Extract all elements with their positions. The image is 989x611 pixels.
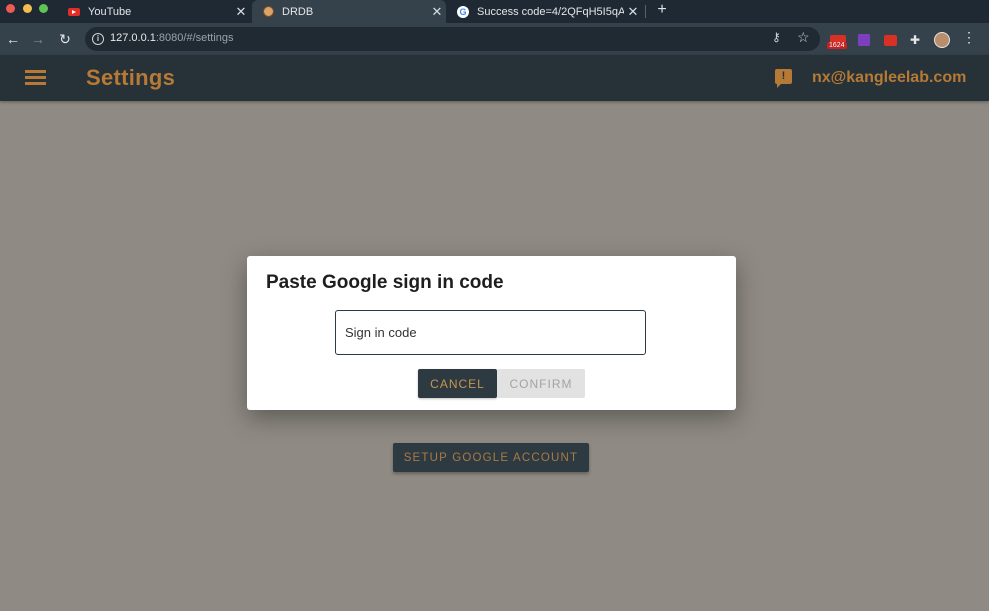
url-text[interactable]: 127.0.0.1:8080/#/settings (110, 32, 234, 44)
address-bar[interactable]: i 127.0.0.1:8080/#/settings ⚷ ☆ (85, 27, 820, 51)
browser-tab-success-code[interactable]: G Success code=4/2QFqH5I5qA ✕ (447, 0, 642, 23)
dialog-title: Paste Google sign in code (266, 272, 504, 293)
browser-tab-strip: YouTube ✕ DRDB ✕ G Success code=4/2QFqH5… (0, 0, 989, 23)
gmail-extension-icon[interactable]: 1624 (827, 32, 848, 49)
google-icon: G (457, 5, 469, 18)
youtube-icon (68, 6, 80, 18)
red-extension-icon[interactable] (883, 32, 897, 48)
window-maximize-dot[interactable] (39, 4, 48, 13)
tab-title: YouTube (88, 5, 132, 18)
profile-avatar-icon[interactable] (933, 32, 951, 48)
back-arrow-icon[interactable]: ← (4, 30, 22, 48)
tab-title: Success code=4/2QFqH5I5qA (477, 5, 624, 18)
sign-in-code-dialog: Paste Google sign in code CANCEL CONFIRM (247, 256, 736, 410)
url-host: 127.0.0.1 (110, 32, 156, 44)
page-title: Settings (86, 65, 176, 90)
tab-title: DRDB (282, 5, 314, 18)
cancel-button[interactable]: CANCEL (418, 369, 497, 398)
site-info-icon[interactable]: i (92, 33, 104, 45)
password-key-icon[interactable]: ⚷ (772, 30, 781, 44)
tab-close-icon[interactable]: ✕ (232, 4, 250, 20)
extensions-puzzle-icon[interactable]: ✚ (908, 32, 922, 48)
browser-tab-drdb[interactable]: DRDB ✕ (252, 0, 446, 23)
window-minimize-dot[interactable] (23, 4, 32, 13)
browser-menu-icon[interactable]: ⋮ (962, 29, 976, 46)
url-path: :8080/#/settings (155, 32, 234, 44)
bookmark-star-icon[interactable]: ☆ (797, 29, 810, 46)
app-header: Settings nx@kangleelab.com (0, 55, 989, 101)
browser-toolbar: ← → ↻ i 127.0.0.1:8080/#/settings ⚷ ☆ 16… (0, 23, 989, 55)
hamburger-menu-icon[interactable] (25, 70, 46, 85)
reload-icon[interactable]: ↻ (56, 30, 74, 48)
drdb-icon (262, 6, 274, 18)
user-email[interactable]: nx@kangleelab.com (812, 69, 966, 87)
window-close-dot[interactable] (6, 4, 15, 13)
tab-close-icon[interactable]: ✕ (428, 4, 446, 20)
tab-separator (645, 5, 646, 18)
forward-arrow-icon[interactable]: → (29, 30, 47, 48)
extension-badge: 1624 (827, 42, 847, 49)
feedback-icon[interactable] (775, 69, 792, 88)
setup-google-account-button[interactable]: SETUP GOOGLE ACCOUNT (393, 443, 589, 472)
browser-tab-youtube[interactable]: YouTube ✕ (58, 0, 250, 23)
sign-in-code-input[interactable] (335, 310, 646, 355)
confirm-button[interactable]: CONFIRM (497, 369, 585, 398)
new-tab-button[interactable]: + (652, 1, 672, 19)
tab-close-icon[interactable]: ✕ (624, 4, 642, 20)
purple-extension-icon[interactable] (857, 32, 871, 48)
